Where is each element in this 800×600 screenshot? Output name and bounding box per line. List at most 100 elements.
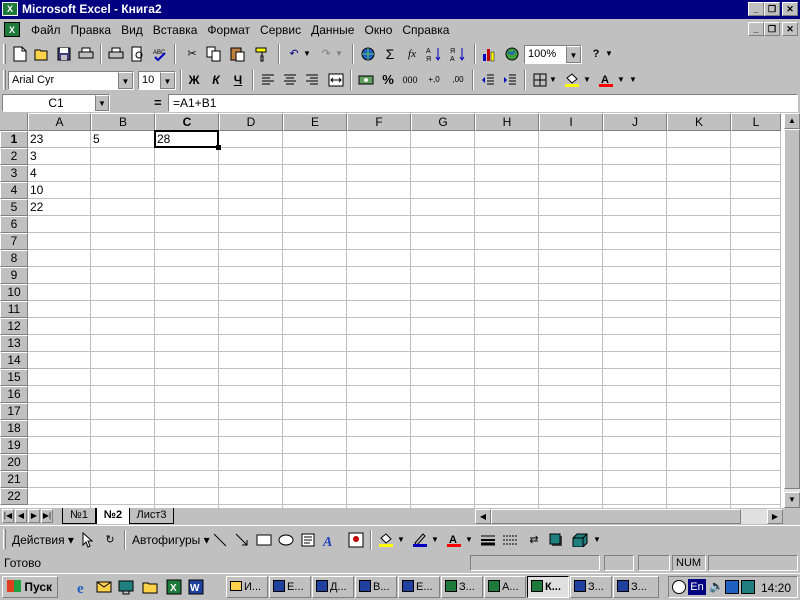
task-button-4[interactable]: В... — [355, 576, 397, 598]
close-button[interactable]: ✕ — [782, 2, 798, 16]
next-sheet-icon[interactable]: ▶ — [28, 509, 40, 523]
font-color-dropdown-icon[interactable]: ▼ — [464, 530, 474, 550]
row-header-15[interactable]: 15 — [0, 369, 28, 386]
thousands-button[interactable]: 000 — [400, 70, 420, 90]
task-button-10[interactable]: З... — [613, 576, 659, 598]
rectangle-icon[interactable] — [254, 530, 274, 550]
task-button-3[interactable]: Д... — [312, 576, 354, 598]
oval-icon[interactable] — [276, 530, 296, 550]
minimize-button[interactable]: _ — [748, 2, 764, 16]
worksheet-grid[interactable]: ABCDEFGHIJKL 1 2 3 4 5 6 7 8 9 10 11 12 13 14 15 16 17 18… — [0, 113, 784, 508]
formula-input[interactable]: =A1+B1 — [168, 94, 798, 112]
arrow-icon[interactable] — [232, 530, 252, 550]
prev-sheet-icon[interactable]: ◀ — [15, 509, 27, 523]
column-header-b[interactable]: B — [91, 113, 155, 131]
row-header-9[interactable]: 9 — [0, 267, 28, 284]
save-icon[interactable] — [54, 44, 74, 64]
sheet-tab-2[interactable]: №2 — [96, 508, 130, 524]
italic-button[interactable]: К — [206, 70, 226, 90]
free-rotate-icon[interactable]: ↻ — [100, 530, 120, 550]
help-dropdown-icon[interactable]: ▼ — [604, 44, 614, 64]
column-header-i[interactable]: I — [539, 113, 603, 131]
redo-dropdown-icon[interactable]: ▼ — [334, 44, 344, 64]
toolbar-options-icon[interactable]: ▼ — [592, 530, 602, 550]
select-all-corner[interactable] — [0, 113, 28, 131]
sheet-tab-1[interactable]: №1 — [62, 508, 96, 524]
font-size-select[interactable]: 10 ▼ — [138, 71, 176, 90]
font-color-icon[interactable]: A — [444, 530, 464, 550]
menu-window[interactable]: Окно — [359, 22, 397, 38]
line-color-icon[interactable] — [410, 530, 430, 550]
cell-a1[interactable]: 23 — [28, 131, 90, 148]
restore-button[interactable]: ❐ — [764, 2, 780, 16]
task-button-2[interactable]: Е... — [269, 576, 311, 598]
chevron-down-icon[interactable]: ▼ — [95, 95, 109, 111]
line-color-dropdown-icon[interactable]: ▼ — [430, 530, 440, 550]
menu-format[interactable]: Формат — [202, 22, 255, 38]
textbox-icon[interactable] — [298, 530, 318, 550]
cell-a2[interactable]: 3 — [28, 148, 90, 165]
paste-icon[interactable] — [228, 44, 248, 64]
row-header-18[interactable]: 18 — [0, 420, 28, 437]
copy-icon[interactable] — [204, 44, 224, 64]
task-button-8[interactable]: К... — [527, 576, 569, 598]
sort-asc-icon[interactable]: АЯ — [424, 44, 444, 64]
undo-dropdown-icon[interactable]: ▼ — [302, 44, 312, 64]
increase-decimal-button[interactable]: +,0 — [424, 70, 444, 90]
row-header-6[interactable]: 6 — [0, 216, 28, 233]
autosum-icon[interactable]: Σ — [380, 44, 400, 64]
align-right-icon[interactable] — [302, 70, 322, 90]
cell-a4[interactable]: 10 — [28, 182, 90, 199]
menu-tools[interactable]: Сервис — [255, 22, 306, 38]
desktop-icon[interactable] — [118, 579, 134, 595]
column-header-e[interactable]: E — [283, 113, 347, 131]
menu-data[interactable]: Данные — [306, 22, 359, 38]
line-style-icon[interactable] — [478, 530, 498, 550]
fill-handle[interactable] — [216, 145, 221, 150]
task-button-9[interactable]: З... — [570, 576, 612, 598]
toolbar-grip[interactable] — [3, 44, 6, 64]
row-header-16[interactable]: 16 — [0, 386, 28, 403]
arrow-style-icon[interactable]: ⇄ — [524, 530, 544, 550]
network-icon[interactable] — [725, 580, 739, 594]
column-header-c[interactable]: C — [155, 113, 219, 131]
font-color-dropdown-icon[interactable]: ▼ — [616, 70, 626, 90]
align-center-icon[interactable] — [280, 70, 300, 90]
word-icon[interactable]: W — [188, 579, 204, 595]
row-header-8[interactable]: 8 — [0, 250, 28, 267]
row-header-10[interactable]: 10 — [0, 284, 28, 301]
scroll-left-icon[interactable]: ◀ — [475, 509, 491, 524]
open-icon[interactable] — [32, 44, 52, 64]
column-header-d[interactable]: D — [219, 113, 283, 131]
row-header-2[interactable]: 2 — [0, 148, 28, 165]
doc-minimize-button[interactable]: _ — [748, 22, 764, 36]
print-preview-icon[interactable] — [106, 44, 126, 64]
shadow-icon[interactable] — [546, 530, 566, 550]
horizontal-scrollbar[interactable]: ◀ ▶ — [475, 509, 783, 524]
actions-menu[interactable]: Действия ▾ — [12, 533, 74, 547]
cell-a3[interactable]: 4 — [28, 165, 90, 182]
task-button-7[interactable]: А... — [484, 576, 526, 598]
chevron-down-icon[interactable]: ▼ — [160, 72, 175, 89]
row-header-12[interactable]: 12 — [0, 318, 28, 335]
spelling-icon[interactable]: ABC — [150, 44, 170, 64]
folder-icon[interactable] — [142, 579, 158, 595]
row-header-1[interactable]: 1 — [0, 131, 28, 148]
chevron-down-icon[interactable]: ▼ — [566, 46, 581, 63]
vertical-scrollbar[interactable]: ▲ ▼ — [784, 113, 800, 508]
clipart-icon[interactable] — [346, 530, 366, 550]
last-sheet-icon[interactable]: ▶| — [41, 509, 53, 523]
function-icon[interactable]: fx — [402, 44, 422, 64]
menu-view[interactable]: Вид — [116, 22, 148, 38]
scroll-up-icon[interactable]: ▲ — [784, 113, 800, 129]
underline-button[interactable]: Ч — [228, 70, 248, 90]
chart-wizard-icon[interactable] — [480, 44, 500, 64]
doc-restore-button[interactable]: ❐ — [764, 22, 780, 36]
outlook-icon[interactable] — [96, 579, 112, 595]
cell-a5[interactable]: 22 — [28, 199, 90, 216]
help-icon[interactable]: ? — [586, 44, 606, 64]
menu-help[interactable]: Справка — [397, 22, 454, 38]
menu-edit[interactable]: Правка — [66, 22, 117, 38]
autoshapes-menu[interactable]: Автофигуры ▾ — [132, 533, 210, 547]
scroll-right-icon[interactable]: ▶ — [767, 509, 783, 524]
